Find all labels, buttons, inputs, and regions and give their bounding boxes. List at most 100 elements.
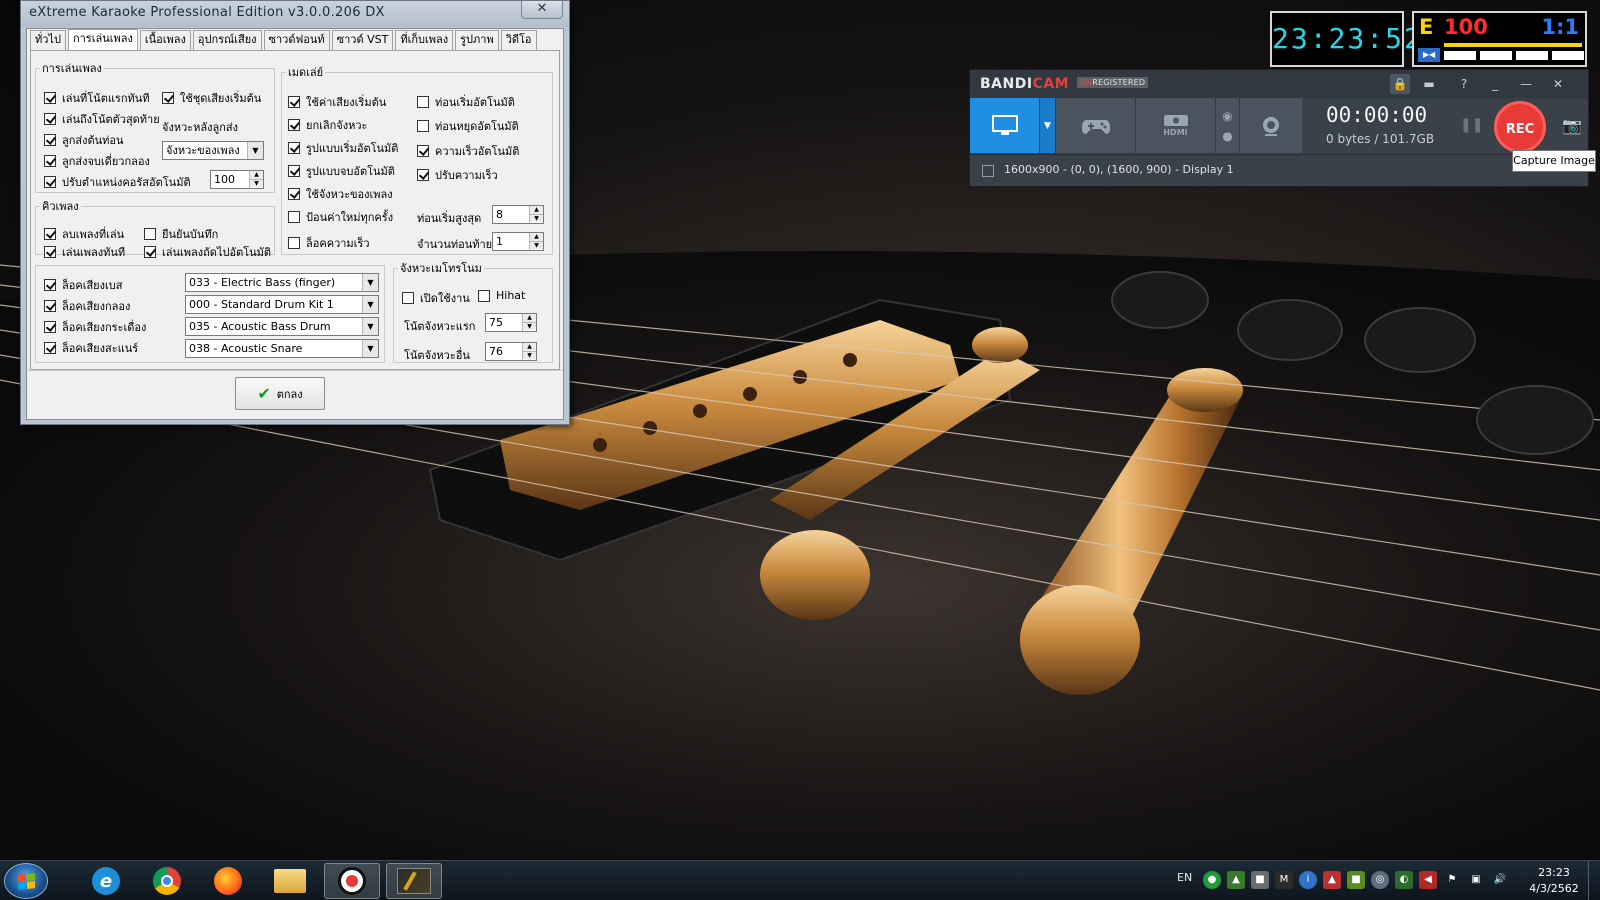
arrow-down-icon[interactable]: ▼ — [530, 241, 543, 249]
tray-shield-icon[interactable]: ▲ — [1227, 871, 1245, 889]
tray-network-icon[interactable]: ◎ — [1371, 871, 1389, 889]
checkbox-auto-start-bar[interactable]: ท่อนเริ่มอัตโนมัติ — [417, 93, 515, 111]
checkbox-box[interactable] — [44, 134, 56, 146]
checkbox-metronome-enable[interactable]: เปิดใช้งาน — [402, 289, 470, 307]
camera-icon[interactable]: 📷 — [1562, 116, 1582, 135]
checkbox-remove-played[interactable]: ลบเพลงที่เล่น — [44, 225, 124, 243]
checkbox-box[interactable] — [417, 145, 429, 157]
screen-mode-button[interactable] — [970, 98, 1040, 153]
tab-soundfont[interactable]: ซาวด์ฟอนท์ — [263, 30, 330, 50]
checkbox-box[interactable] — [44, 342, 56, 354]
checkbox-box[interactable] — [162, 92, 174, 104]
taskbar-app-file-explorer[interactable] — [262, 863, 318, 899]
close-button[interactable]: ✕ — [521, 1, 563, 19]
tab-images[interactable]: รูปภาพ — [455, 30, 499, 50]
checkbox-box[interactable] — [144, 228, 156, 240]
checkbox-box[interactable] — [44, 279, 56, 291]
hdmi-mode-button[interactable]: HDMI — [1136, 98, 1216, 153]
tray-globe-icon[interactable]: ◐ — [1395, 871, 1413, 889]
max-start-bars-stepper[interactable]: 8 ▲ ▼ — [492, 205, 544, 224]
checkbox-auto-chorus[interactable]: ปรับตำแหน่งคอรัสอัตโนมัติ — [44, 173, 191, 191]
checkbox-box[interactable] — [44, 246, 56, 258]
checkbox-cancel-rhythm[interactable]: ยกเลิกจังหวะ — [288, 116, 367, 134]
input-language-indicator[interactable]: EN — [1177, 871, 1192, 884]
webcam-overlay-button[interactable] — [1240, 98, 1302, 153]
checkbox-adjust-speed[interactable]: ปรับความเร็ว — [417, 166, 498, 184]
show-desktop-button[interactable] — [1588, 861, 1600, 900]
taskbar-app-internet-explorer[interactable]: e — [78, 863, 134, 899]
checkbox-lock-speed[interactable]: ล็อคความเร็ว — [288, 234, 370, 252]
stepper-buttons[interactable]: ▲ ▼ — [522, 343, 536, 360]
arrow-down-icon[interactable]: ▼ — [530, 214, 543, 222]
tray-upload-icon[interactable]: ▲ — [1323, 871, 1341, 889]
tray-nvidia-icon[interactable]: ■ — [1347, 871, 1365, 889]
checkbox-box[interactable] — [478, 289, 490, 302]
checkbox-lock-bass[interactable]: ล็อคเสียงเบส — [44, 276, 122, 294]
ok-button[interactable]: ✔ ตกลง — [235, 377, 325, 410]
checkbox-use-start-sound[interactable]: ใช้ค่าเสียงเริ่มต้น — [288, 93, 386, 111]
chevron-down-icon[interactable]: ▼ — [362, 340, 378, 357]
kick-select[interactable]: 035 - Acoustic Bass Drum ▼ — [185, 317, 379, 336]
arrow-up-icon[interactable]: ▲ — [530, 206, 543, 214]
network-icon[interactable]: ▣ — [1467, 871, 1485, 889]
checkbox-box[interactable] — [44, 113, 56, 125]
tab-audio-device[interactable]: อุปกรณ์เสียง — [192, 30, 262, 50]
arrow-up-icon[interactable]: ▲ — [530, 233, 543, 241]
help-icon[interactable]: ? — [1454, 74, 1474, 94]
taskbar-clock[interactable]: 23:23 4/3/2562 — [1525, 865, 1583, 897]
checkbox-box[interactable] — [144, 246, 156, 258]
arrow-down-icon[interactable]: ▼ — [523, 322, 536, 330]
checkbox-play-to-last-note[interactable]: เล่นถึงโน้ตตัวสุดท้าย — [44, 110, 160, 128]
tab-song-storage[interactable]: ที่เก็บเพลง — [395, 30, 454, 50]
tab-general[interactable]: ทั่วไป — [30, 30, 66, 50]
checkbox-box[interactable] — [417, 96, 429, 108]
last-bars-stepper[interactable]: 1 ▲ ▼ — [492, 232, 544, 251]
tab-lyrics[interactable]: เนื้อเพลง — [139, 30, 191, 50]
tab-video[interactable]: วิดีโอ — [500, 30, 537, 50]
taskbar-app-bandicam[interactable] — [324, 863, 380, 899]
checkbox-intro-send[interactable]: ลูกส่งต้นท่อน — [44, 131, 124, 149]
checkbox-box[interactable] — [288, 142, 300, 154]
bandicam-titlebar[interactable]: BANDICAM UNREGISTERED 🔒 ▬ ? _ — ✕ — [970, 70, 1588, 98]
taskbar-app-extreme-karaoke[interactable] — [386, 863, 442, 899]
arrow-down-icon[interactable]: ▼ — [250, 179, 263, 187]
checkbox-new-value-each[interactable]: ป้อนค่าใหม่ทุกครั้ง — [288, 208, 393, 226]
close-icon[interactable]: ✕ — [1548, 74, 1568, 94]
flag-icon[interactable]: ⚑ — [1443, 871, 1461, 889]
chevron-down-icon[interactable]: ▼ — [362, 318, 378, 335]
arrow-up-icon[interactable]: ▲ — [523, 343, 536, 351]
game-mode-button[interactable] — [1056, 98, 1136, 153]
pause-icon[interactable]: ❚❚ — [1460, 117, 1483, 133]
checkbox-box[interactable] — [44, 228, 56, 240]
checkbox-box[interactable] — [44, 176, 56, 188]
start-button[interactable] — [4, 863, 48, 899]
auto-chorus-stepper[interactable]: 100 ▲ ▼ — [210, 170, 264, 189]
bass-instrument-select[interactable]: 033 - Electric Bass (finger) ▼ — [185, 273, 379, 292]
checkbox-lock-snare[interactable]: ล็อคเสียงสะแนร์ — [44, 339, 138, 357]
window-titlebar[interactable]: eXtreme Karaoke Professional Edition v3.… — [21, 1, 569, 27]
tray-m-icon[interactable]: M — [1275, 871, 1293, 889]
checkbox-auto-speed[interactable]: ความเร็วอัตโนมัติ — [417, 142, 519, 160]
checkbox-play-from-first-note[interactable]: เล่นที่โน้ตแรกทันที — [44, 89, 150, 107]
checkbox-lock-drums[interactable]: ล็อคเสียงกลอง — [44, 297, 130, 315]
stepper-buttons[interactable]: ▲ ▼ — [529, 233, 543, 250]
unregistered-badge[interactable]: UNREGISTERED — [1077, 77, 1149, 88]
record-button[interactable]: REC — [1494, 101, 1546, 153]
checkbox-box[interactable] — [44, 300, 56, 312]
checkbox-box[interactable] — [288, 188, 300, 200]
webcam-mic-toggles[interactable]: ◉ ● — [1216, 98, 1240, 153]
snare-select[interactable]: 038 - Acoustic Snare ▼ — [185, 339, 379, 358]
lock-icon[interactable]: 🔒 — [1390, 74, 1410, 94]
checkbox-box[interactable] — [44, 155, 56, 167]
checkbox-hihat[interactable]: Hihat — [478, 289, 525, 302]
checkbox-box[interactable] — [288, 96, 300, 108]
checkbox-box[interactable] — [288, 119, 300, 131]
checkbox-confirm-save[interactable]: ยืนยันบันทึก — [144, 225, 218, 243]
tray-device-icon[interactable]: ■ — [1251, 871, 1269, 889]
checkbox-box[interactable] — [44, 92, 56, 104]
checkbox-box[interactable] — [288, 211, 300, 223]
other-beat-note-stepper[interactable]: 76 ▲ ▼ — [485, 342, 537, 361]
volume-icon[interactable]: 🔊 — [1491, 871, 1509, 889]
checkbox-play-now[interactable]: เล่นเพลงทันที — [44, 243, 125, 261]
tab-playback[interactable]: การเล่นเพลง — [67, 29, 138, 51]
